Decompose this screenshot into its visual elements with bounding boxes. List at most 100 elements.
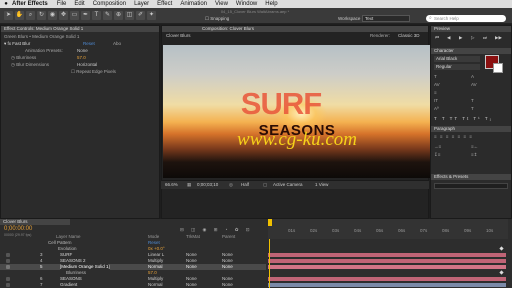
menu-edit[interactable]: Edit — [74, 0, 84, 8]
last-frame-icon[interactable]: ⏭ — [483, 35, 487, 41]
repeat-edge-checkbox[interactable]: ☐ Repeat Edge Pixels — [71, 69, 116, 75]
layer-row[interactable]: 7 Gradient Normal None None — [0, 282, 266, 288]
tab-character[interactable]: Character — [431, 48, 511, 54]
selection-tool-icon[interactable]: ➤ — [4, 11, 13, 20]
animation-presets-dropdown[interactable]: None — [77, 48, 88, 54]
tracking-icon[interactable]: AV — [471, 82, 477, 88]
about-link[interactable]: Abo — [113, 41, 121, 47]
zoom-tool-icon[interactable]: ⌕ — [26, 11, 35, 20]
eye-icon[interactable] — [6, 265, 10, 269]
pen-tool-icon[interactable]: ✒ — [81, 11, 90, 20]
effects-search-input[interactable] — [434, 183, 508, 189]
blurriness-value[interactable]: 57.0 — [77, 55, 86, 61]
renderer-dropdown[interactable]: Classic 3D — [398, 33, 420, 39]
camera-dropdown[interactable]: Active Camera — [273, 182, 303, 188]
menu-window[interactable]: Window — [236, 0, 257, 8]
tab-comp-clover-blurs[interactable]: Clover Blurs — [166, 33, 191, 39]
composition-viewer[interactable]: SURF SEASONS www.cg-ku.com — [163, 45, 430, 178]
font-style-dropdown[interactable]: Regular — [434, 64, 480, 70]
pan-behind-tool-icon[interactable]: ✥ — [59, 11, 68, 20]
horizontal-scale-icon[interactable]: T — [471, 98, 474, 104]
reset-link[interactable]: Reset — [83, 41, 95, 47]
time-ruler[interactable]: 01s 02s 03s 04s 05s 06s 07s 08s 09s 10s — [268, 219, 508, 239]
eye-icon[interactable] — [6, 283, 10, 287]
indent-right-icon[interactable]: ≡← — [471, 144, 478, 150]
kerning-icon[interactable]: AV — [434, 82, 440, 88]
paragraph-align-row[interactable]: ≡ ≡ ≡ ≡ ≡ ≡ ≡ — [434, 134, 473, 140]
tab-effect-controls[interactable]: Effect Controls: Medium Orange Solid 1 — [1, 26, 159, 32]
type-tool-icon[interactable]: T — [92, 11, 101, 20]
views-dropdown[interactable]: 1 View — [315, 182, 328, 188]
font-size-icon[interactable]: T — [434, 74, 437, 80]
tsume-icon[interactable]: T — [471, 106, 474, 112]
renderer-label: Renderer: — [370, 33, 391, 38]
menu-view[interactable]: View — [215, 0, 228, 8]
grid-icon[interactable]: ▦ — [187, 182, 191, 188]
tab-paragraph[interactable]: Paragraph — [431, 126, 511, 132]
stroke-width-icon[interactable]: ≡ — [434, 90, 437, 96]
keyframe-icon[interactable] — [499, 270, 504, 275]
search-help-input[interactable]: Search Help — [426, 15, 506, 22]
prev-frame-icon[interactable]: ◀ — [447, 35, 450, 41]
layer-track-bar[interactable] — [268, 253, 506, 257]
workspace-dropdown[interactable]: Text — [362, 15, 410, 22]
apple-menu-icon[interactable]: ● — [0, 0, 12, 8]
eye-icon[interactable] — [6, 277, 10, 281]
brush-tool-icon[interactable]: ✎ — [103, 11, 112, 20]
eraser-tool-icon[interactable]: ◫ — [125, 11, 134, 20]
snapping-checkbox[interactable]: ☐ Snapping — [205, 16, 229, 22]
menu-help[interactable]: Help — [265, 0, 277, 8]
play-icon[interactable]: ▶ — [459, 35, 462, 41]
resolution-dropdown[interactable]: Half — [241, 182, 249, 188]
rotate-tool-icon[interactable]: ↻ — [37, 11, 46, 20]
baseline-shift-icon[interactable]: Aª — [434, 106, 439, 112]
stroke-color-swatch[interactable] — [493, 63, 503, 73]
tab-effects-presets[interactable]: Effects & Presets — [431, 174, 511, 180]
space-before-icon[interactable]: ↧≡ — [434, 152, 440, 158]
stopwatch-icon[interactable]: ◷ — [11, 62, 15, 67]
ram-preview-icon[interactable]: ▶▶ — [495, 35, 502, 41]
tab-timeline-clover-blurs[interactable]: Clover Blurs — [0, 219, 70, 225]
current-time-indicator[interactable] — [268, 219, 272, 226]
puppet-tool-icon[interactable]: ✦ — [147, 11, 156, 20]
first-frame-icon[interactable]: ⏮ — [435, 35, 439, 41]
layer-mode[interactable]: Normal — [148, 282, 163, 288]
snapshot-icon[interactable]: ◎ — [229, 182, 233, 188]
mask-tool-icon[interactable]: ▭ — [70, 11, 79, 20]
roi-icon[interactable]: ▢ — [263, 182, 267, 188]
faux-styles-row[interactable]: T T TT Tt T¹ T₁ — [434, 116, 493, 122]
menu-composition[interactable]: Composition — [93, 0, 126, 8]
layer-trkmat[interactable]: None — [186, 282, 197, 288]
font-family-dropdown[interactable]: Arial Black — [434, 56, 480, 62]
zoom-dropdown[interactable]: 66.6% — [165, 182, 178, 188]
menu-animation[interactable]: Animation — [180, 0, 207, 8]
roto-brush-tool-icon[interactable]: ✐ — [136, 11, 145, 20]
timeline-switches[interactable]: ⊟ ◫ ◉ ⊞ ◔ ✿ ⊡ — [180, 227, 252, 233]
tab-preview[interactable]: Preview — [431, 26, 511, 32]
clone-stamp-tool-icon[interactable]: ⊕ — [114, 11, 123, 20]
effect-fast-blur[interactable]: ▾ fx Fast Blur — [4, 41, 30, 47]
menu-layer[interactable]: Layer — [134, 0, 149, 8]
camera-tool-icon[interactable]: ◉ — [48, 11, 57, 20]
next-frame-icon[interactable]: ▷ — [471, 35, 474, 41]
layer-track-bar[interactable] — [268, 277, 506, 281]
comp-timecode[interactable]: 0;00;03;10 — [197, 182, 218, 188]
menu-file[interactable]: File — [57, 0, 67, 8]
space-after-icon[interactable]: ≡↥ — [471, 152, 477, 158]
layer-track-bar[interactable] — [268, 259, 506, 263]
layer-parent[interactable]: None — [222, 282, 233, 288]
blur-dimensions-dropdown[interactable]: Horizontal — [77, 62, 97, 68]
indent-left-icon[interactable]: →≡ — [434, 144, 441, 150]
layer-track-bar[interactable] — [268, 265, 506, 269]
hand-tool-icon[interactable]: ✋ — [15, 11, 24, 20]
layer-track-bar[interactable] — [268, 283, 506, 287]
stopwatch-icon[interactable]: ◷ — [11, 55, 15, 60]
vertical-scale-icon[interactable]: IT — [434, 98, 438, 104]
eye-icon[interactable] — [6, 253, 10, 257]
menu-effect[interactable]: Effect — [157, 0, 172, 8]
eye-icon[interactable] — [6, 259, 10, 263]
leading-icon[interactable]: A — [471, 74, 474, 80]
tab-composition[interactable]: Composition: Clover Blurs — [162, 26, 428, 32]
app-name-menu[interactable]: After Effects — [12, 0, 48, 8]
keyframe-icon[interactable] — [499, 246, 504, 251]
